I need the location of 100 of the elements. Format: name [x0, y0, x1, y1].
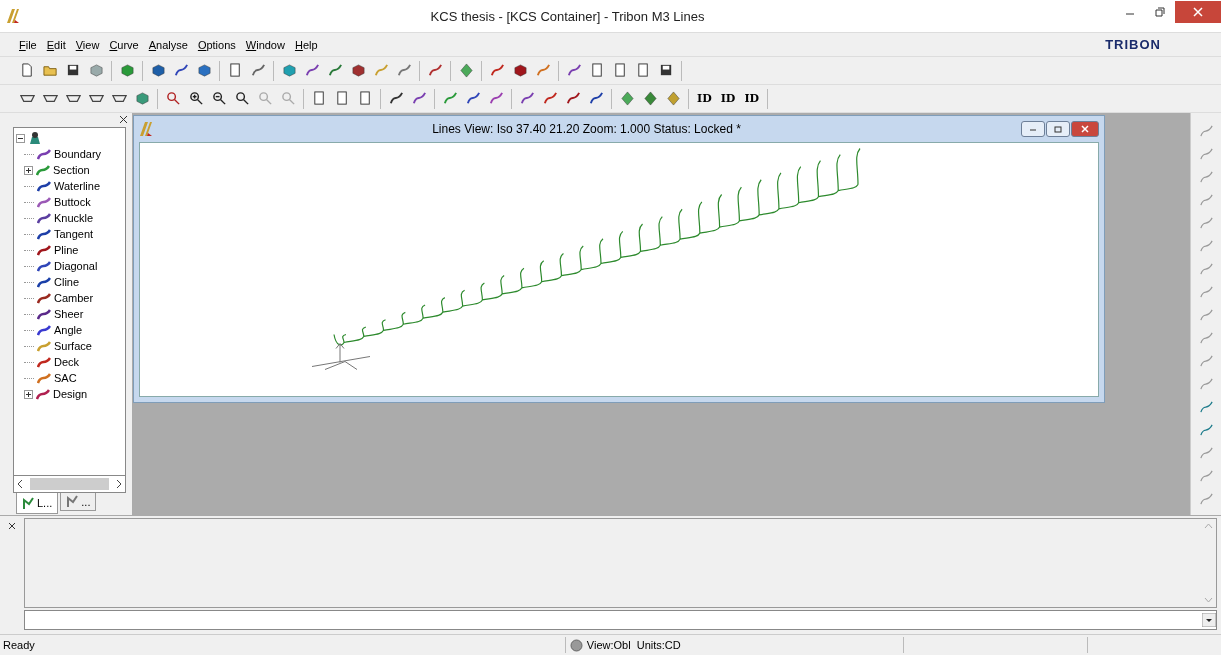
close-icon [1193, 7, 1203, 17]
curve-type-icon [37, 371, 51, 385]
scroll-thumb[interactable] [30, 478, 109, 490]
tree-item[interactable]: Deck [54, 356, 80, 368]
curve-icon [1198, 491, 1214, 507]
tree-item[interactable]: Angle [54, 324, 83, 336]
minimize-button[interactable] [1021, 121, 1045, 137]
dropdown-icon[interactable] [1202, 613, 1216, 627]
curve-type-icon [37, 355, 51, 369]
page-icon [612, 63, 628, 78]
curve-icon [1198, 192, 1214, 208]
page-icon [227, 63, 243, 78]
curve-icon [327, 63, 343, 78]
curve-icon [388, 91, 404, 106]
curve-type-icon [37, 227, 51, 241]
curve-icon [1198, 215, 1214, 231]
panel-tab[interactable]: ... [60, 493, 97, 511]
curve-type-icon [37, 339, 51, 353]
expand-toggle[interactable] [24, 165, 33, 175]
curve-icon [1198, 353, 1214, 369]
menu-item[interactable]: Edit [41, 38, 71, 51]
curve-icon [442, 91, 458, 106]
tree-item[interactable]: Surface [54, 340, 92, 352]
curve-icon [1198, 169, 1214, 185]
curve-type-icon [37, 195, 51, 209]
status-message: Ready [2, 639, 36, 651]
page-icon [635, 63, 651, 78]
id-button[interactable]: ID [717, 88, 739, 109]
page-icon [589, 63, 605, 78]
menu-item[interactable]: Window [240, 38, 290, 51]
curve-icon [1198, 468, 1214, 484]
axis-drawing [311, 343, 371, 370]
command-field[interactable] [24, 610, 1217, 630]
panel-tab[interactable]: L... [16, 493, 59, 514]
curve-icon [373, 63, 389, 78]
curve-type-icon [37, 323, 51, 337]
tree-item[interactable]: Section [53, 164, 90, 176]
curve-type-icon [37, 179, 51, 193]
close-icon [1081, 125, 1089, 133]
search-icon [280, 91, 296, 106]
minimize-icon [1029, 126, 1037, 132]
cube-icon [350, 63, 366, 78]
tree-item[interactable]: SAC [54, 372, 77, 384]
page-icon [357, 91, 373, 106]
tree-item[interactable]: Diagonal [54, 260, 98, 272]
curve-icon [1198, 284, 1214, 300]
expand-toggle[interactable] [24, 389, 33, 399]
tree-item[interactable]: Boundary [54, 148, 102, 160]
search-icon [234, 91, 250, 106]
curve-icon [465, 91, 481, 106]
curve-type-icon [37, 275, 51, 289]
curve-icon [489, 63, 505, 78]
save-icon [65, 63, 81, 78]
tree-item[interactable]: Design [53, 388, 88, 400]
curve-icon [566, 63, 582, 78]
menu-item[interactable]: Options [192, 38, 241, 51]
curve-icon [1198, 422, 1214, 438]
maximize-button[interactable] [1046, 121, 1070, 137]
curve-type-icon [37, 211, 51, 225]
curve-icon [488, 91, 504, 106]
tree-item[interactable]: Waterline [54, 180, 101, 192]
diamond-icon [642, 91, 658, 106]
dock-close-icon[interactable] [119, 114, 128, 124]
maximize-icon [1054, 125, 1062, 133]
tree-item[interactable]: Pline [54, 244, 79, 256]
id-button[interactable]: ID [694, 88, 715, 109]
curve-icon [1198, 261, 1214, 277]
tree-item[interactable]: Cline [54, 276, 80, 288]
curve-icon [396, 63, 412, 78]
tree-item[interactable]: Camber [54, 292, 94, 304]
cube-icon [512, 63, 528, 78]
cube-icon [281, 63, 297, 78]
curve-icon [565, 91, 581, 106]
curve-type-icon [37, 147, 51, 161]
menu-item[interactable]: Curve [104, 38, 144, 51]
dock-close-icon[interactable] [8, 522, 16, 530]
tree-item[interactable]: Tangent [54, 228, 94, 240]
menu-item[interactable]: Analyse [143, 38, 193, 51]
id-button[interactable]: ID [741, 88, 763, 109]
diamond-icon [665, 91, 681, 106]
zoom-in-icon [188, 91, 204, 106]
tree-item[interactable]: Buttock [54, 196, 91, 208]
view-title: Lines View: Iso 37.40 21.20 Zoom: 1.000 Status: Locked * [431, 122, 742, 136]
tree-item[interactable]: Sheer [54, 308, 84, 320]
diamond-icon [619, 91, 635, 106]
menu-item[interactable]: Help [289, 38, 323, 51]
curve-type-icon [37, 259, 51, 273]
curve-type-icon [37, 291, 51, 305]
curve-icon [1198, 307, 1214, 323]
menu-item[interactable]: File [14, 38, 42, 51]
save-icon [658, 63, 674, 78]
curve-icon [588, 91, 604, 106]
curve-icon [304, 63, 320, 78]
menu-item[interactable]: View [70, 38, 105, 51]
close-button[interactable] [1071, 121, 1099, 137]
collapse-toggle[interactable] [16, 133, 25, 143]
curve-icon [542, 91, 558, 106]
diamond-icon [458, 63, 474, 78]
restore-icon [1155, 7, 1165, 17]
tree-item[interactable]: Knuckle [54, 212, 94, 224]
